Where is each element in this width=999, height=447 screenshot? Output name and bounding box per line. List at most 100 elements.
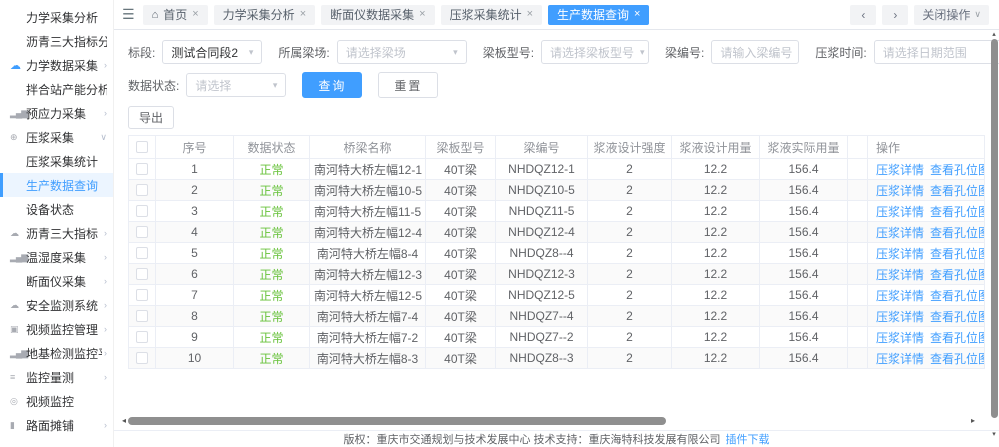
sidebar-item[interactable]: ◎视频监控: [0, 389, 113, 413]
cell-spacer: [848, 201, 868, 222]
filter-select[interactable]: 请选择梁板型号▾: [541, 40, 649, 64]
sidebar-item-label: 视频监控管理: [26, 321, 102, 338]
sidebar-item[interactable]: ☁安全监测系统›: [0, 293, 113, 317]
horizontal-scrollbar[interactable]: ◂ ▸: [122, 416, 975, 425]
grouting-detail-link[interactable]: 压浆详情: [876, 289, 924, 303]
next-tab-button[interactable]: ›: [882, 5, 908, 25]
view-hole-diagram-link[interactable]: 查看孔位图: [930, 331, 984, 345]
close-icon[interactable]: ×: [192, 9, 198, 20]
cell-design: 12.2: [672, 264, 760, 285]
grouting-detail-link[interactable]: 压浆详情: [876, 268, 924, 282]
vertical-scroll-track[interactable]: [991, 39, 998, 430]
grouting-detail-link[interactable]: 压浆详情: [876, 205, 924, 219]
view-hole-diagram-link[interactable]: 查看孔位图: [930, 163, 984, 177]
view-hole-diagram-link[interactable]: 查看孔位图: [930, 205, 984, 219]
cell-no: 1: [156, 159, 234, 180]
row-checkbox[interactable]: [136, 226, 148, 238]
row-checkbox[interactable]: [136, 331, 148, 343]
tab-item[interactable]: 力学采集分析×: [214, 5, 315, 25]
grouting-detail-link[interactable]: 压浆详情: [876, 226, 924, 240]
sidebar-item[interactable]: ▣视频监控管理›: [0, 317, 113, 341]
close-icon[interactable]: ×: [527, 9, 533, 20]
sidebar-item[interactable]: ≡监控量测›: [0, 365, 113, 389]
view-hole-diagram-link[interactable]: 查看孔位图: [930, 289, 984, 303]
sidebar-item[interactable]: 生产数据查询: [0, 173, 113, 197]
sidebar-item[interactable]: 力学采集分析: [0, 5, 113, 29]
filter-select[interactable]: 请选择梁场▾: [337, 40, 467, 64]
horizontal-scroll-track[interactable]: [128, 417, 969, 425]
filter-select[interactable]: 测试合同段2▾: [162, 40, 262, 64]
row-checkbox[interactable]: [136, 268, 148, 280]
tab-item[interactable]: 生产数据查询×: [548, 5, 649, 25]
horizontal-scroll-thumb[interactable]: [128, 417, 666, 425]
row-checkbox[interactable]: [136, 205, 148, 217]
cell-code: NHDQZ10-5: [496, 180, 588, 201]
cell-status: 正常: [234, 180, 310, 201]
scroll-down-icon[interactable]: ▾: [992, 431, 996, 438]
sidebar-item[interactable]: ▮路面摊铺›: [0, 413, 113, 437]
grouting-detail-link[interactable]: 压浆详情: [876, 247, 924, 261]
view-hole-diagram-link[interactable]: 查看孔位图: [930, 184, 984, 198]
row-checkbox[interactable]: [136, 289, 148, 301]
tab-item[interactable]: 压浆采集统计×: [441, 5, 542, 25]
footer: 版权：重庆市交通规划与技术发展中心 技术支持：重庆海特科技发展有限公司 插件下载: [114, 430, 999, 447]
cell-bridge: 南河特大桥左幅8-3: [310, 348, 426, 369]
reset-button[interactable]: 重置: [378, 72, 438, 98]
close-icon[interactable]: ×: [300, 9, 306, 20]
sidebar-item[interactable]: ▂▄▆温湿度采集›: [0, 245, 113, 269]
view-hole-diagram-link[interactable]: 查看孔位图: [930, 226, 984, 240]
view-hole-diagram-link[interactable]: 查看孔位图: [930, 310, 984, 324]
sidebar-item-label: 拌合站产能分析: [10, 81, 107, 98]
cell-spacer: [848, 348, 868, 369]
sidebar-item[interactable]: 沥青三大指标分析: [0, 29, 113, 53]
sidebar-item[interactable]: 拌合站产能分析: [0, 77, 113, 101]
collapse-menu-icon[interactable]: ☰: [122, 6, 135, 23]
plugin-download-link[interactable]: 插件下载: [726, 431, 770, 447]
sidebar-item[interactable]: ▂▄▆地基检测监控平台›: [0, 341, 113, 365]
grouting-detail-link[interactable]: 压浆详情: [876, 352, 924, 366]
filter-input[interactable]: 请输入梁编号: [711, 40, 799, 64]
filter-row-1: 标段:测试合同段2▾所属梁场:请选择梁场▾梁板型号:请选择梁板型号▾梁编号:请输…: [128, 40, 985, 64]
close-icon[interactable]: ×: [419, 9, 425, 20]
search-button[interactable]: 查询: [302, 72, 362, 98]
tab-actions: ‹ › 关闭操作 ∨: [850, 5, 989, 25]
scroll-up-icon[interactable]: ▴: [992, 31, 996, 38]
sidebar-item-label: 地基检测监控平台: [26, 345, 102, 362]
sidebar-item[interactable]: ☁沥青三大指标›: [0, 221, 113, 245]
row-checkbox[interactable]: [136, 352, 148, 364]
row-checkbox[interactable]: [136, 163, 148, 175]
sidebar-item[interactable]: 断面仪采集›: [0, 269, 113, 293]
grouting-detail-link[interactable]: 压浆详情: [876, 184, 924, 198]
tab-item[interactable]: ⌂首页×: [143, 5, 208, 25]
row-checkbox[interactable]: [136, 184, 148, 196]
row-checkbox[interactable]: [136, 310, 148, 322]
filter-select[interactable]: 请选择▾: [186, 73, 286, 97]
view-hole-diagram-link[interactable]: 查看孔位图: [930, 268, 984, 282]
close-icon[interactable]: ×: [634, 9, 640, 20]
grouting-detail-link[interactable]: 压浆详情: [876, 331, 924, 345]
cell-no: 3: [156, 201, 234, 222]
sidebar-item[interactable]: ▂▄▆预应力采集›: [0, 101, 113, 125]
filter-date[interactable]: 请选择日期范围▦: [874, 40, 999, 64]
sidebar-item[interactable]: 压浆采集统计: [0, 149, 113, 173]
col-spacer: [848, 136, 868, 159]
export-button[interactable]: 导出: [128, 106, 174, 129]
view-hole-diagram-link[interactable]: 查看孔位图: [930, 352, 984, 366]
cell-design: 12.2: [672, 306, 760, 327]
scroll-left-icon[interactable]: ◂: [122, 416, 126, 425]
cell-bridge: 南河特大桥左幅12-3: [310, 264, 426, 285]
view-hole-diagram-link[interactable]: 查看孔位图: [930, 247, 984, 261]
grouting-detail-link[interactable]: 压浆详情: [876, 310, 924, 324]
sidebar-item[interactable]: ☁力学数据采集›: [0, 53, 113, 77]
grouting-detail-link[interactable]: 压浆详情: [876, 163, 924, 177]
sidebar-item[interactable]: ⊕压浆采集∨: [0, 125, 113, 149]
vertical-scroll-thumb[interactable]: [991, 39, 998, 418]
scroll-right-icon[interactable]: ▸: [971, 416, 975, 425]
tab-item[interactable]: 断面仪数据采集×: [321, 5, 434, 25]
row-checkbox[interactable]: [136, 247, 148, 259]
close-operations-button[interactable]: 关闭操作 ∨: [914, 5, 989, 25]
prev-tab-button[interactable]: ‹: [850, 5, 876, 25]
vertical-scrollbar[interactable]: ▴ ▾: [990, 31, 998, 438]
sidebar-item[interactable]: 设备状态: [0, 197, 113, 221]
select-all-checkbox[interactable]: [136, 141, 148, 153]
